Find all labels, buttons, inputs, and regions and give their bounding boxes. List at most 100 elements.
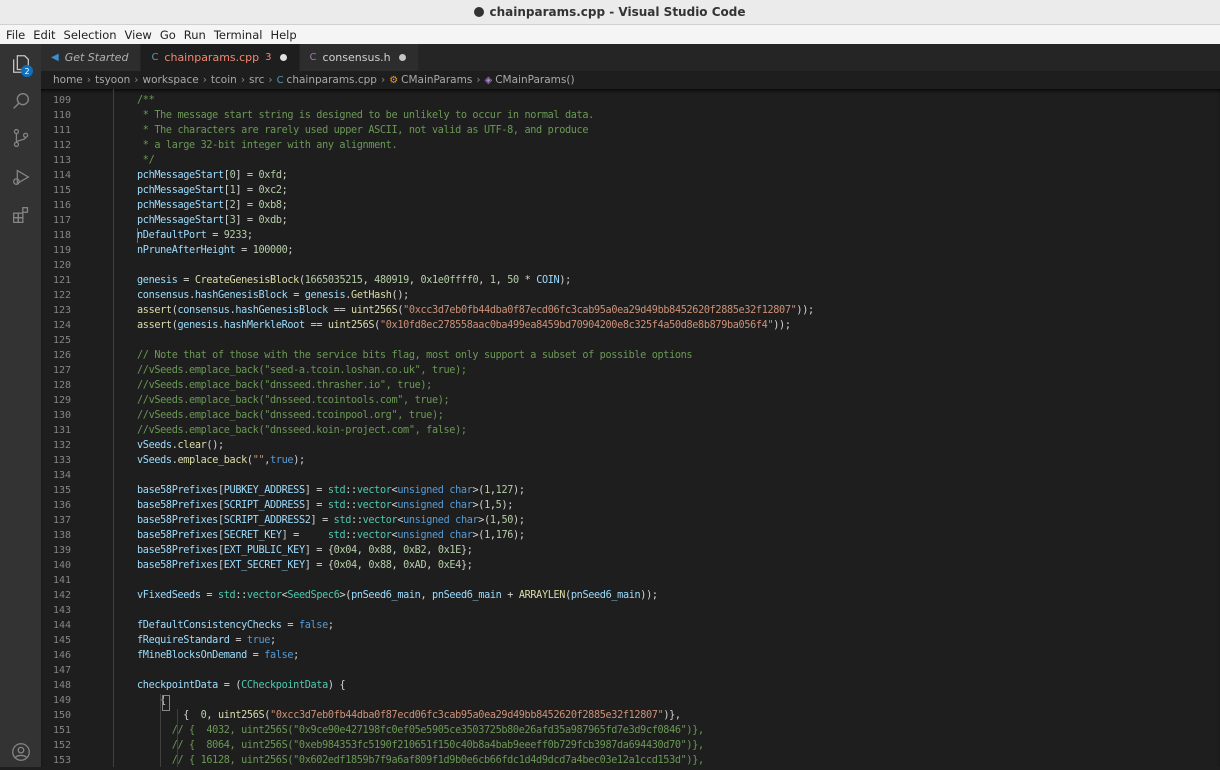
code-token: base58Prefixes <box>137 560 218 571</box>
code-token: = <box>200 590 218 601</box>
menu-view[interactable]: View <box>121 28 156 42</box>
line-number: 139 <box>52 545 71 556</box>
code-token: 0xB2 <box>403 545 427 556</box>
breadcrumb-item[interactable]: home <box>53 74 83 86</box>
code-token: std <box>333 515 352 526</box>
extensions-button[interactable] <box>0 197 41 233</box>
explorer-button[interactable]: 2 <box>0 46 41 82</box>
line-number: 117 <box>52 215 71 226</box>
code-token: base58Prefixes <box>137 530 218 541</box>
code-line: vSeeds.emplace_back("",true); <box>137 453 1217 468</box>
accounts-button[interactable] <box>0 734 41 770</box>
code-token: ; <box>246 230 253 241</box>
chevron-right-icon: › <box>202 74 207 86</box>
code-token: vector <box>356 530 392 541</box>
breadcrumb-item[interactable]: tsyoon <box>95 74 130 86</box>
code-token: "0xcc3d7eb0fb44dba0f87ecd06fc3cab95a0ea2… <box>270 710 664 721</box>
line-number: 120 <box>52 260 71 271</box>
breadcrumb-item[interactable]: CMainParams <box>401 74 472 86</box>
menu-selection[interactable]: Selection <box>60 28 121 42</box>
code-line: // Note that of those with the service b… <box>137 348 1217 363</box>
code-token: 0x1E <box>437 545 461 556</box>
code-line: base58Prefixes[EXT_PUBLIC_KEY] = {0x04, … <box>137 543 1217 558</box>
code-token: EXT_PUBLIC_KEY <box>223 545 305 556</box>
code-token: = <box>177 275 195 286</box>
modified-dot-icon[interactable] <box>398 54 406 61</box>
menu-run[interactable]: Run <box>180 28 210 42</box>
code-line: fRequireStandard = true; <box>137 633 1217 648</box>
code-token: ); <box>513 485 525 496</box>
code-token: "0x10fd8ec278558aac0ba499ea8459bd7090420… <box>379 320 774 331</box>
code-token: uint256S <box>218 710 265 721</box>
line-number: 110 <box>52 110 71 121</box>
line-number: 125 <box>52 335 71 346</box>
code-token: // { 4032, uint256S("0x9ce90e427198fc0ef… <box>137 725 704 736</box>
code-token: * <box>518 275 537 286</box>
code-token: :: <box>345 530 357 541</box>
code-token: = <box>235 245 253 256</box>
code-line: * a large 32-bit integer with any alignm… <box>137 138 1217 153</box>
code-token: genesis <box>177 320 219 331</box>
menu-go[interactable]: Go <box>156 28 180 42</box>
menu-help[interactable]: Help <box>266 28 300 42</box>
code-token: //vSeeds.emplace_back("seed-a.tcoin.losh… <box>137 365 467 376</box>
code-editor[interactable]: 1081091101111121131141151161171181191201… <box>41 89 1220 767</box>
code-line: pchMessageStart[0] = 0xfd; <box>137 168 1217 183</box>
menu-edit[interactable]: Edit <box>29 28 59 42</box>
cpp-file-icon: C <box>276 74 284 86</box>
breadcrumb-item[interactable]: CMainParams() <box>495 74 574 86</box>
code-line: assert(consensus.hashGenesisBlock == uin… <box>137 303 1217 318</box>
code-line: /** <box>137 93 1217 108</box>
line-number: 142 <box>52 590 71 601</box>
code-token: 100000 <box>252 245 288 256</box>
line-numbers: 1081091101111121131141151161171181191201… <box>41 89 101 767</box>
menu-file[interactable]: File <box>0 28 29 42</box>
code-token: )); <box>640 590 658 601</box>
run-debug-button[interactable] <box>0 159 41 195</box>
code-line: //vSeeds.emplace_back("dnsseed.thrasher.… <box>137 378 1217 393</box>
code-token: >( <box>472 485 485 496</box>
line-number: 147 <box>52 665 71 676</box>
breadcrumb: home › tsyoon › workspace › tcoin › src › Cch… <box>41 71 1220 89</box>
line-number: 111 <box>52 125 71 136</box>
tab-label: consensus.h <box>322 51 391 64</box>
modified-dot-icon[interactable] <box>279 54 287 61</box>
code-token: "0xcc3d7eb0fb44dba0f87ecd06fc3cab95a0ea2… <box>403 305 797 316</box>
code-token: = ( <box>217 680 242 691</box>
code-line: base58Prefixes[SCRIPT_ADDRESS2] = std::v… <box>137 513 1217 528</box>
code-token: ; <box>281 215 288 226</box>
breadcrumb-item[interactable]: tcoin <box>211 74 237 86</box>
code-token: "" <box>252 455 265 466</box>
code-token: , <box>391 560 404 571</box>
breadcrumb-item[interactable]: chainparams.cpp <box>287 74 377 86</box>
activity-bar: 2 <box>0 44 41 767</box>
code-token: :: <box>235 590 247 601</box>
code-token: * The message start string is designed t… <box>137 110 594 121</box>
bracket-match-highlight <box>162 695 170 711</box>
code-token: false <box>264 650 294 661</box>
code-token: 0xc2 <box>258 185 282 196</box>
code-token: ; <box>281 200 288 211</box>
code-token: unsigned char <box>397 485 473 496</box>
code-token: unsigned char <box>397 500 473 511</box>
code-token: * The characters are rarely used upper A… <box>137 125 589 136</box>
tab-get-started[interactable]: ◀ Get Started <box>41 44 142 71</box>
tab-consensus[interactable]: C consensus.h <box>299 44 419 71</box>
cpp-file-icon: C <box>151 52 159 63</box>
line-number: 123 <box>52 305 71 316</box>
code-token: , <box>495 275 508 286</box>
code-token: CCheckpointData <box>241 680 328 691</box>
breadcrumb-item[interactable]: src <box>249 74 264 86</box>
source-control-button[interactable] <box>0 120 41 156</box>
code-token: , <box>420 590 433 601</box>
code-token: uint256S <box>327 320 375 331</box>
code-token: ); <box>513 530 525 541</box>
code-token: >( <box>472 530 485 541</box>
menu-terminal[interactable]: Terminal <box>210 28 267 42</box>
breadcrumb-item[interactable]: workspace <box>143 74 199 86</box>
code-token: pnSeed6_main <box>570 590 641 601</box>
code-token: genesis <box>304 290 346 301</box>
tab-chainparams[interactable]: C chainparams.cpp 3 <box>141 44 300 71</box>
code-line: // { 4032, uint256S("0x9ce90e427198fc0ef… <box>137 723 1217 738</box>
search-button[interactable] <box>0 83 41 119</box>
